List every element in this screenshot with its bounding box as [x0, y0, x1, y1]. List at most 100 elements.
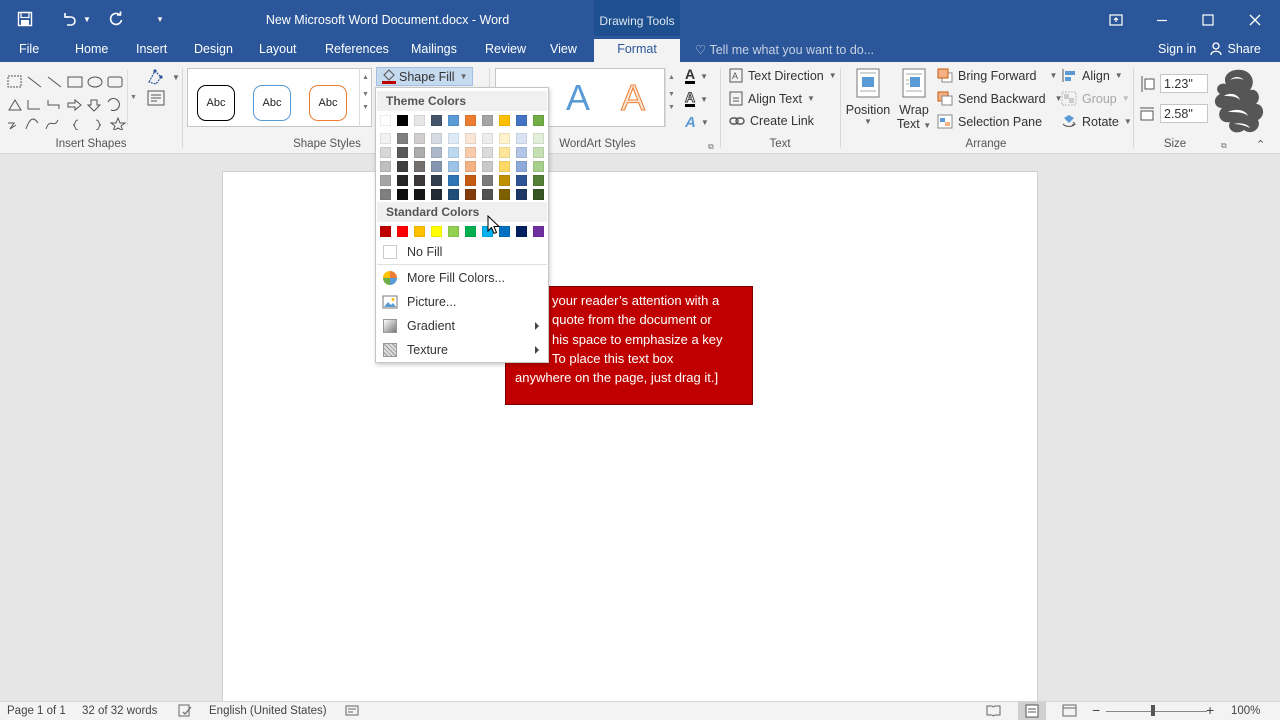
- document-page[interactable]: [222, 171, 1038, 711]
- shape-width-field[interactable]: 2.58": [1139, 104, 1208, 123]
- theme-shade-swatch[interactable]: [397, 161, 408, 172]
- standard-color-swatch[interactable]: [397, 226, 408, 237]
- tab-insert[interactable]: Insert: [136, 42, 167, 62]
- language[interactable]: English (United States): [209, 705, 327, 717]
- sign-in-link[interactable]: Sign in: [1158, 42, 1196, 62]
- gradient-fill-option[interactable]: Gradient: [377, 315, 547, 337]
- theme-shade-swatch[interactable]: [533, 161, 544, 172]
- theme-shade-swatch[interactable]: [465, 147, 476, 158]
- theme-shade-swatch[interactable]: [516, 161, 527, 172]
- theme-shade-swatch[interactable]: [448, 175, 459, 186]
- tab-mailings[interactable]: Mailings: [411, 42, 457, 62]
- share-button[interactable]: Share: [1210, 42, 1261, 62]
- shape-style-orange[interactable]: Abc: [309, 85, 347, 121]
- no-fill-option[interactable]: No Fill: [377, 241, 547, 263]
- standard-color-swatch[interactable]: [516, 226, 527, 237]
- theme-shade-swatch[interactable]: [465, 189, 476, 200]
- zoom-slider[interactable]: [1106, 711, 1207, 712]
- tab-design[interactable]: Design: [194, 42, 233, 62]
- theme-shade-swatch[interactable]: [482, 161, 493, 172]
- standard-color-swatch[interactable]: [414, 226, 425, 237]
- print-layout-icon[interactable]: [1018, 702, 1046, 720]
- maximize-icon[interactable]: [1185, 6, 1231, 34]
- shape-fill-button[interactable]: Shape Fill ▼: [376, 67, 473, 86]
- align-button[interactable]: Align ▼: [1061, 68, 1123, 83]
- tab-view[interactable]: View: [550, 42, 577, 62]
- theme-shade-swatch[interactable]: [448, 161, 459, 172]
- theme-shade-swatch[interactable]: [380, 133, 391, 144]
- theme-color-swatch[interactable]: [533, 115, 544, 126]
- theme-shade-swatch[interactable]: [431, 161, 442, 172]
- standard-color-swatch[interactable]: [465, 226, 476, 237]
- tab-references[interactable]: References: [325, 42, 389, 62]
- group-button[interactable]: Group ▼: [1061, 91, 1130, 106]
- tab-file[interactable]: File: [19, 42, 39, 62]
- theme-shade-swatch[interactable]: [482, 147, 493, 158]
- theme-shade-swatch[interactable]: [448, 147, 459, 158]
- proofing-icon[interactable]: [178, 704, 192, 720]
- theme-shade-swatch[interactable]: [414, 161, 425, 172]
- width-value[interactable]: 2.58": [1160, 104, 1208, 123]
- read-mode-icon[interactable]: [986, 704, 1001, 720]
- theme-shade-swatch[interactable]: [499, 189, 510, 200]
- zoom-in-icon[interactable]: +: [1206, 702, 1214, 718]
- theme-color-swatch[interactable]: [465, 115, 476, 126]
- theme-shade-swatch[interactable]: [380, 147, 391, 158]
- theme-shade-swatch[interactable]: [431, 147, 442, 158]
- ribbon-display-icon[interactable]: [1093, 6, 1139, 34]
- theme-shade-swatch[interactable]: [516, 175, 527, 186]
- tab-review[interactable]: Review: [485, 42, 526, 62]
- shape-style-black[interactable]: Abc: [197, 85, 235, 121]
- shapes-gallery[interactable]: [4, 68, 140, 133]
- draw-text-box-button[interactable]: [147, 90, 165, 106]
- standard-color-swatch[interactable]: [499, 226, 510, 237]
- wordart-style-blue[interactable]: A: [566, 77, 590, 119]
- web-layout-icon[interactable]: [1062, 704, 1077, 720]
- theme-shade-swatch[interactable]: [516, 189, 527, 200]
- tab-format[interactable]: Format: [594, 39, 680, 62]
- theme-shade-swatch[interactable]: [482, 189, 493, 200]
- text-effects-button[interactable]: A ▼: [685, 114, 709, 131]
- shape-height-field[interactable]: 1.23": [1139, 74, 1208, 93]
- theme-shade-swatch[interactable]: [380, 189, 391, 200]
- standard-color-swatch[interactable]: [533, 226, 544, 237]
- theme-color-swatch[interactable]: [499, 115, 510, 126]
- theme-shade-swatch[interactable]: [516, 133, 527, 144]
- shape-style-blue[interactable]: Abc: [253, 85, 291, 121]
- theme-shade-swatch[interactable]: [533, 175, 544, 186]
- selection-pane-button[interactable]: Selection Pane: [937, 114, 1042, 129]
- picture-fill-option[interactable]: Picture...: [377, 291, 547, 313]
- zoom-out-icon[interactable]: −: [1092, 702, 1100, 718]
- size-dialog-launcher-icon[interactable]: ⧉: [1221, 141, 1227, 151]
- theme-color-swatch[interactable]: [431, 115, 442, 126]
- theme-color-swatch[interactable]: [516, 115, 527, 126]
- tell-me-search[interactable]: ♡ Tell me what you want to do...: [695, 42, 874, 57]
- theme-shade-swatch[interactable]: [380, 161, 391, 172]
- theme-shade-swatch[interactable]: [414, 189, 425, 200]
- theme-shade-swatch[interactable]: [414, 147, 425, 158]
- theme-shade-swatch[interactable]: [516, 147, 527, 158]
- zoom-level[interactable]: 100%: [1231, 705, 1260, 717]
- texture-fill-option[interactable]: Texture: [377, 339, 547, 361]
- tab-layout[interactable]: Layout: [259, 42, 297, 62]
- theme-shade-swatch[interactable]: [499, 161, 510, 172]
- shapes-gallery-scroll[interactable]: ▼: [127, 70, 139, 126]
- theme-shade-swatch[interactable]: [397, 147, 408, 158]
- theme-shade-swatch[interactable]: [533, 133, 544, 144]
- theme-shade-swatch[interactable]: [397, 175, 408, 186]
- theme-color-swatch[interactable]: [397, 115, 408, 126]
- more-fill-colors-option[interactable]: More Fill Colors...: [377, 267, 547, 289]
- theme-shade-swatch[interactable]: [465, 133, 476, 144]
- theme-shade-swatch[interactable]: [482, 133, 493, 144]
- minimize-icon[interactable]: [1139, 6, 1185, 34]
- theme-shade-swatch[interactable]: [533, 189, 544, 200]
- standard-color-swatch[interactable]: [431, 226, 442, 237]
- page-count[interactable]: Page 1 of 1: [7, 705, 66, 717]
- theme-shade-swatch[interactable]: [482, 175, 493, 186]
- position-button[interactable]: Position ▼: [845, 68, 891, 132]
- theme-shade-swatch[interactable]: [431, 133, 442, 144]
- theme-shade-swatch[interactable]: [380, 175, 391, 186]
- edit-shape-button[interactable]: ▼: [147, 68, 180, 86]
- theme-shade-swatch[interactable]: [431, 175, 442, 186]
- theme-color-swatch[interactable]: [482, 115, 493, 126]
